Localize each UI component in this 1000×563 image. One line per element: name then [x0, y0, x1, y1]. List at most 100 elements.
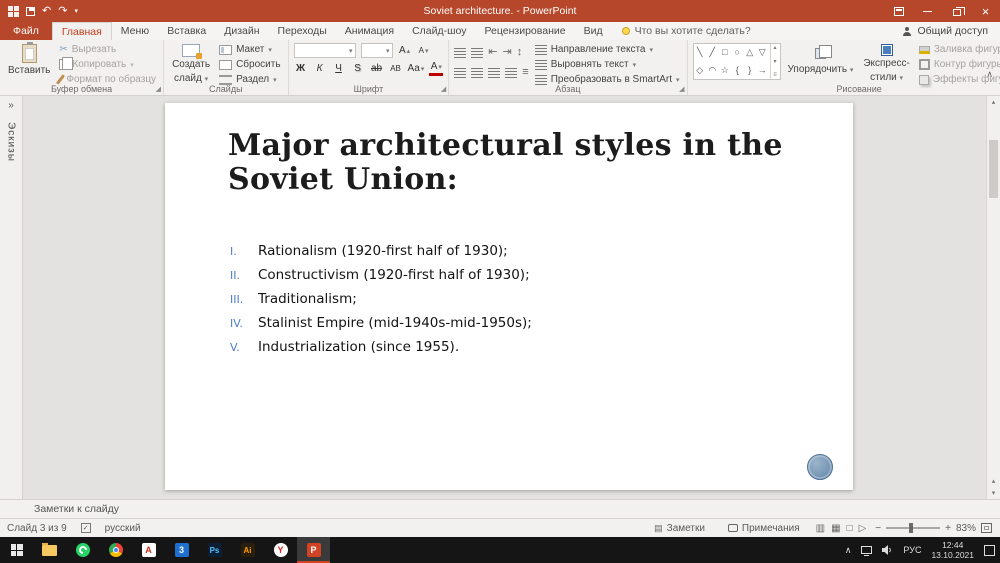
text-direction-button[interactable]: Направление текста ▾ — [533, 43, 682, 56]
text-shadow-button[interactable]: S — [351, 61, 365, 76]
new-slide-button[interactable]: Создать слайд ▾ — [169, 43, 213, 85]
scrollbar-thumb[interactable] — [989, 140, 998, 198]
font-color-button[interactable]: А▾ — [429, 61, 443, 76]
tab-view[interactable]: Вид — [575, 22, 612, 40]
tab-transitions[interactable]: Переходы — [269, 22, 336, 40]
fit-to-window-button[interactable] — [981, 523, 992, 533]
shapes-gallery[interactable]: ╲ ╱ □ ○ △ ▽ ◇ ◠ ☆ { } → ▴ ▾ ≡ — [693, 43, 781, 80]
shape-circle-icon[interactable]: ○ — [735, 48, 740, 57]
normal-view-button[interactable]: ▥ — [816, 523, 825, 534]
columns-icon[interactable]: ≡ — [522, 67, 528, 78]
slideshow-button[interactable]: ▷ — [859, 523, 867, 534]
slide-canvas[interactable]: Major architectural styles in the Soviet… — [165, 103, 853, 490]
shape-arrow-icon[interactable]: → — [758, 66, 767, 75]
photoshop-button[interactable]: Ps — [198, 537, 231, 563]
ribbon-display-options-button[interactable] — [884, 0, 913, 22]
slide-body-list[interactable]: I. Rationalism (1920-first half of 1930)… — [230, 243, 532, 363]
network-button[interactable] — [856, 546, 877, 554]
tab-slideshow[interactable]: Слайд-шоу — [403, 22, 475, 40]
comments-button[interactable]: Примечания — [721, 523, 807, 534]
shape-triangle-down-icon[interactable]: ▽ — [759, 48, 766, 57]
grow-font-button[interactable]: А▴ — [398, 43, 412, 58]
volume-button[interactable] — [877, 545, 898, 555]
redo-icon[interactable]: ↷ — [58, 6, 67, 17]
numbering-icon[interactable] — [471, 48, 483, 58]
arrange-button[interactable]: Упорядочить ▾ — [785, 43, 857, 77]
quick-styles-button[interactable]: Экспресс- стили ▾ — [860, 43, 913, 84]
clipboard-dialog-launcher[interactable]: ◢ — [156, 86, 161, 93]
tab-file[interactable]: Файл — [0, 22, 52, 40]
zoom-in-button[interactable]: + — [945, 523, 951, 534]
tab-design[interactable]: Дизайн — [215, 22, 268, 40]
tab-home[interactable]: Главная — [52, 22, 112, 40]
vertical-scrollbar[interactable]: ▴ ▴ ▾ — [986, 96, 1000, 499]
notes-pane[interactable]: Заметки к слайду — [0, 499, 1000, 518]
app-3-button[interactable]: 3 — [165, 537, 198, 563]
chrome-button[interactable] — [99, 537, 132, 563]
tell-me-box[interactable]: Что вы хотите сделать? — [612, 22, 761, 40]
start-button[interactable] — [0, 537, 33, 563]
strikethrough-button[interactable]: ab — [370, 61, 384, 76]
language-indicator[interactable]: русский — [98, 523, 148, 534]
paste-button[interactable]: Вставить — [5, 43, 53, 78]
gallery-more-icon[interactable]: ≡ — [773, 72, 777, 78]
tab-menu[interactable]: Меню — [112, 22, 158, 40]
cut-button[interactable]: ✂ Вырезать — [57, 43, 158, 56]
align-right-icon[interactable] — [488, 68, 500, 78]
zoom-out-button[interactable]: − — [875, 523, 881, 534]
change-case-button[interactable]: Aa▾ — [408, 61, 425, 76]
notes-toggle-button[interactable]: ▤ Заметки — [647, 523, 712, 534]
copy-button[interactable]: Копировать ▾ — [57, 58, 158, 71]
whatsapp-button[interactable] — [66, 537, 99, 563]
restore-button[interactable] — [942, 0, 971, 22]
spellcheck-button[interactable]: ✓ — [74, 523, 98, 533]
shape-star-icon[interactable]: ☆ — [721, 66, 729, 75]
yandex-button[interactable]: Y — [264, 537, 297, 563]
qat-customize-icon[interactable]: ▾ — [74, 8, 78, 15]
close-button[interactable]: × — [971, 0, 1000, 22]
action-center-button[interactable] — [979, 545, 1000, 556]
tab-insert[interactable]: Вставка — [158, 22, 215, 40]
app-icon[interactable] — [8, 6, 19, 17]
line-spacing-icon[interactable]: ↕ — [517, 47, 523, 58]
italic-button[interactable]: К — [313, 61, 327, 76]
scroll-up-icon[interactable]: ▴ — [987, 96, 1000, 110]
shape-fill-button[interactable]: Заливка фигуры ▾ — [917, 43, 1000, 56]
underline-button[interactable]: Ч — [332, 61, 346, 76]
font-name-combo[interactable]: ▾ — [294, 43, 356, 58]
font-size-combo[interactable]: ▾ — [361, 43, 393, 58]
align-center-icon[interactable] — [471, 68, 483, 78]
thumbnails-pane-collapsed[interactable]: » Эскизы — [0, 96, 23, 499]
slide-title[interactable]: Major architectural styles in the Soviet… — [228, 129, 788, 196]
undo-icon[interactable]: ↶ — [42, 6, 51, 17]
increase-indent-icon[interactable]: ⇥ — [503, 47, 512, 58]
zoom-slider-thumb[interactable] — [909, 523, 913, 533]
bullets-icon[interactable] — [454, 48, 466, 58]
shape-line-icon[interactable]: ╲ — [697, 48, 702, 57]
shrink-font-button[interactable]: А▾ — [417, 43, 431, 58]
previous-slide-icon[interactable]: ▴ — [992, 477, 996, 485]
app-a-button[interactable]: А — [132, 537, 165, 563]
shape-triangle-icon[interactable]: △ — [746, 48, 753, 57]
gallery-up-icon[interactable]: ▴ — [774, 45, 777, 51]
zoom-level[interactable]: 83% — [956, 523, 976, 534]
collapse-ribbon-icon[interactable]: ∧ — [986, 69, 993, 80]
gallery-down-icon[interactable]: ▾ — [774, 59, 777, 65]
font-dialog-launcher[interactable]: ◢ — [441, 86, 446, 93]
shape-line2-icon[interactable]: ╱ — [710, 48, 715, 57]
shape-brace-right-icon[interactable]: } — [748, 66, 751, 75]
reading-view-button[interactable]: □ — [847, 523, 853, 534]
shapes-gallery-scroll[interactable]: ▴ ▾ ≡ — [770, 44, 780, 79]
slide-sorter-view-button[interactable]: ▦ — [831, 523, 840, 534]
justify-icon[interactable] — [505, 68, 517, 78]
shape-brace-left-icon[interactable]: { — [736, 66, 739, 75]
expand-thumbnails-icon[interactable]: » — [0, 100, 22, 111]
tab-animations[interactable]: Анимация — [336, 22, 403, 40]
shape-diamond-icon[interactable]: ◇ — [696, 66, 703, 75]
next-slide-icon[interactable]: ▾ — [992, 489, 996, 497]
zoom-slider[interactable] — [886, 527, 940, 529]
shape-arc-icon[interactable]: ◠ — [708, 66, 716, 75]
tab-review[interactable]: Рецензирование — [476, 22, 575, 40]
save-icon[interactable] — [26, 7, 35, 16]
character-spacing-button[interactable]: АВ — [389, 61, 403, 76]
